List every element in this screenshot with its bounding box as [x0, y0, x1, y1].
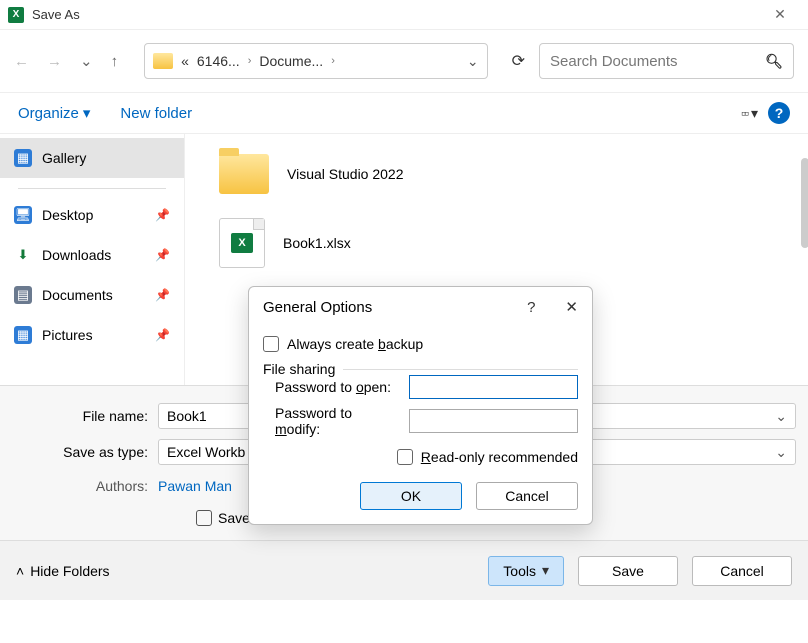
- sidebar-item-documents[interactable]: ▤ Documents 📌: [0, 275, 184, 315]
- chevron-right-icon[interactable]: ›: [331, 55, 335, 67]
- password-modify-label: Password to modify:: [263, 405, 401, 437]
- password-open-input[interactable]: [409, 375, 578, 399]
- up-button[interactable]: ↑: [111, 53, 119, 70]
- chevron-down-icon[interactable]: ⌄: [775, 408, 787, 425]
- folder-icon: [219, 154, 269, 194]
- view-grid-icon: ▫▫: [741, 105, 747, 121]
- tools-label: Tools: [503, 563, 536, 579]
- organize-label: Organize: [18, 105, 79, 122]
- tools-menu[interactable]: Tools ▾: [488, 556, 564, 586]
- sidebar-item-label: Desktop: [42, 207, 93, 223]
- sidebar-separator: [18, 188, 166, 189]
- folder-icon: [153, 53, 173, 69]
- chevron-down-icon: ▾: [542, 562, 549, 579]
- list-item[interactable]: Visual Studio 2022: [195, 146, 798, 201]
- breadcrumb-prefix: «: [181, 53, 189, 69]
- readonly-checkbox[interactable]: [397, 449, 413, 465]
- excel-file-icon: X: [219, 218, 265, 268]
- sidebar-item-desktop[interactable]: 🖥 Desktop 📌: [0, 195, 184, 235]
- nav-arrows: ← → ⌄ ↑: [14, 52, 118, 70]
- pin-icon[interactable]: 📌: [155, 248, 170, 262]
- sidebar-item-pictures[interactable]: ▦ Pictures 📌: [0, 315, 184, 355]
- authors-label: Authors:: [0, 478, 158, 494]
- desktop-icon: 🖥: [14, 206, 32, 224]
- window-title: Save As: [32, 7, 760, 22]
- authors-value[interactable]: Pawan Man: [158, 478, 232, 494]
- chevron-down-icon[interactable]: ⌄: [775, 444, 787, 461]
- save-type-value: Excel Workb: [167, 444, 245, 460]
- sidebar-item-downloads[interactable]: ⬇ Downloads 📌: [0, 235, 184, 275]
- recent-locations-dropdown[interactable]: ⌄: [80, 52, 93, 70]
- search-icon[interactable]: 🔍︎: [765, 53, 783, 70]
- password-open-label: Password to open:: [263, 379, 401, 395]
- dialog-ok-button[interactable]: OK: [360, 482, 462, 510]
- always-backup-checkbox[interactable]: [263, 336, 279, 352]
- save-thumbnail-checkbox[interactable]: [196, 510, 212, 526]
- chevron-right-icon[interactable]: ›: [248, 55, 252, 67]
- dialog-help-button[interactable]: ?: [527, 299, 535, 316]
- save-type-label: Save as type:: [0, 444, 158, 460]
- organize-menu[interactable]: Organize ▾: [18, 104, 90, 122]
- chevron-down-icon: ▾: [83, 104, 91, 122]
- file-name-value: Book1: [167, 408, 207, 424]
- footer-bar: ˄ Hide Folders Tools ▾ Save Cancel: [0, 540, 808, 600]
- title-bar: X Save As ✕: [0, 0, 808, 30]
- list-item[interactable]: X Book1.xlsx: [195, 215, 798, 270]
- breadcrumb-seg-1[interactable]: 6146...: [197, 53, 240, 69]
- always-backup-label[interactable]: Always create backup: [287, 336, 423, 352]
- sidebar-item-label: Pictures: [42, 327, 93, 343]
- downloads-icon: ⬇: [14, 246, 32, 264]
- scrollbar-thumb[interactable]: [801, 158, 808, 248]
- general-options-dialog: General Options ? ✕ Always create backup…: [248, 286, 593, 525]
- password-modify-input[interactable]: [409, 409, 578, 433]
- search-input[interactable]: Search Documents 🔍︎: [539, 43, 794, 79]
- dialog-titlebar: General Options ? ✕: [249, 287, 592, 327]
- command-bar: Organize ▾ New folder ▫▫ ▾ ?: [0, 92, 808, 134]
- item-name: Book1.xlsx: [283, 235, 351, 251]
- dialog-title: General Options: [263, 299, 372, 316]
- save-button[interactable]: Save: [578, 556, 678, 586]
- hide-folders-button[interactable]: ˄ Hide Folders: [16, 563, 110, 579]
- search-placeholder: Search Documents: [550, 53, 765, 70]
- sidebar: ▦ Gallery 🖥 Desktop 📌 ⬇ Downloads 📌 ▤ Do…: [0, 134, 185, 385]
- pin-icon[interactable]: 📌: [155, 328, 170, 342]
- pictures-icon: ▦: [14, 326, 32, 344]
- excel-app-icon: X: [8, 7, 24, 23]
- sidebar-item-label: Documents: [42, 287, 113, 303]
- sidebar-item-label: Downloads: [42, 247, 111, 263]
- new-folder-button[interactable]: New folder: [120, 105, 192, 122]
- window-close-button[interactable]: ✕: [760, 6, 800, 23]
- refresh-button[interactable]: ⟳: [506, 51, 531, 71]
- chevron-down-icon: ▾: [751, 105, 758, 122]
- readonly-label[interactable]: Read-only recommended: [421, 449, 578, 465]
- sidebar-item-gallery[interactable]: ▦ Gallery: [0, 138, 184, 178]
- breadcrumb[interactable]: « 6146... › Docume... › ⌄: [144, 43, 488, 79]
- sidebar-item-label: Gallery: [42, 150, 86, 166]
- file-name-label: File name:: [0, 408, 158, 424]
- gallery-icon: ▦: [14, 149, 32, 167]
- pin-icon[interactable]: 📌: [155, 288, 170, 302]
- view-options[interactable]: ▫▫ ▾: [741, 105, 758, 122]
- back-button[interactable]: ←: [14, 53, 29, 70]
- dialog-cancel-button[interactable]: Cancel: [476, 482, 578, 510]
- breadcrumb-seg-2[interactable]: Docume...: [259, 53, 323, 69]
- help-button[interactable]: ?: [768, 102, 790, 124]
- dialog-close-button[interactable]: ✕: [565, 298, 578, 316]
- forward-button[interactable]: →: [47, 53, 62, 70]
- cancel-button[interactable]: Cancel: [692, 556, 792, 586]
- chevron-up-icon: ˄: [16, 563, 24, 579]
- documents-icon: ▤: [14, 286, 32, 304]
- pin-icon[interactable]: 📌: [155, 208, 170, 222]
- item-name: Visual Studio 2022: [287, 166, 404, 182]
- breadcrumb-dropdown[interactable]: ⌄: [467, 53, 479, 70]
- navigation-bar: ← → ⌄ ↑ « 6146... › Docume... › ⌄ ⟳ Sear…: [0, 30, 808, 92]
- hide-folders-label: Hide Folders: [30, 563, 109, 579]
